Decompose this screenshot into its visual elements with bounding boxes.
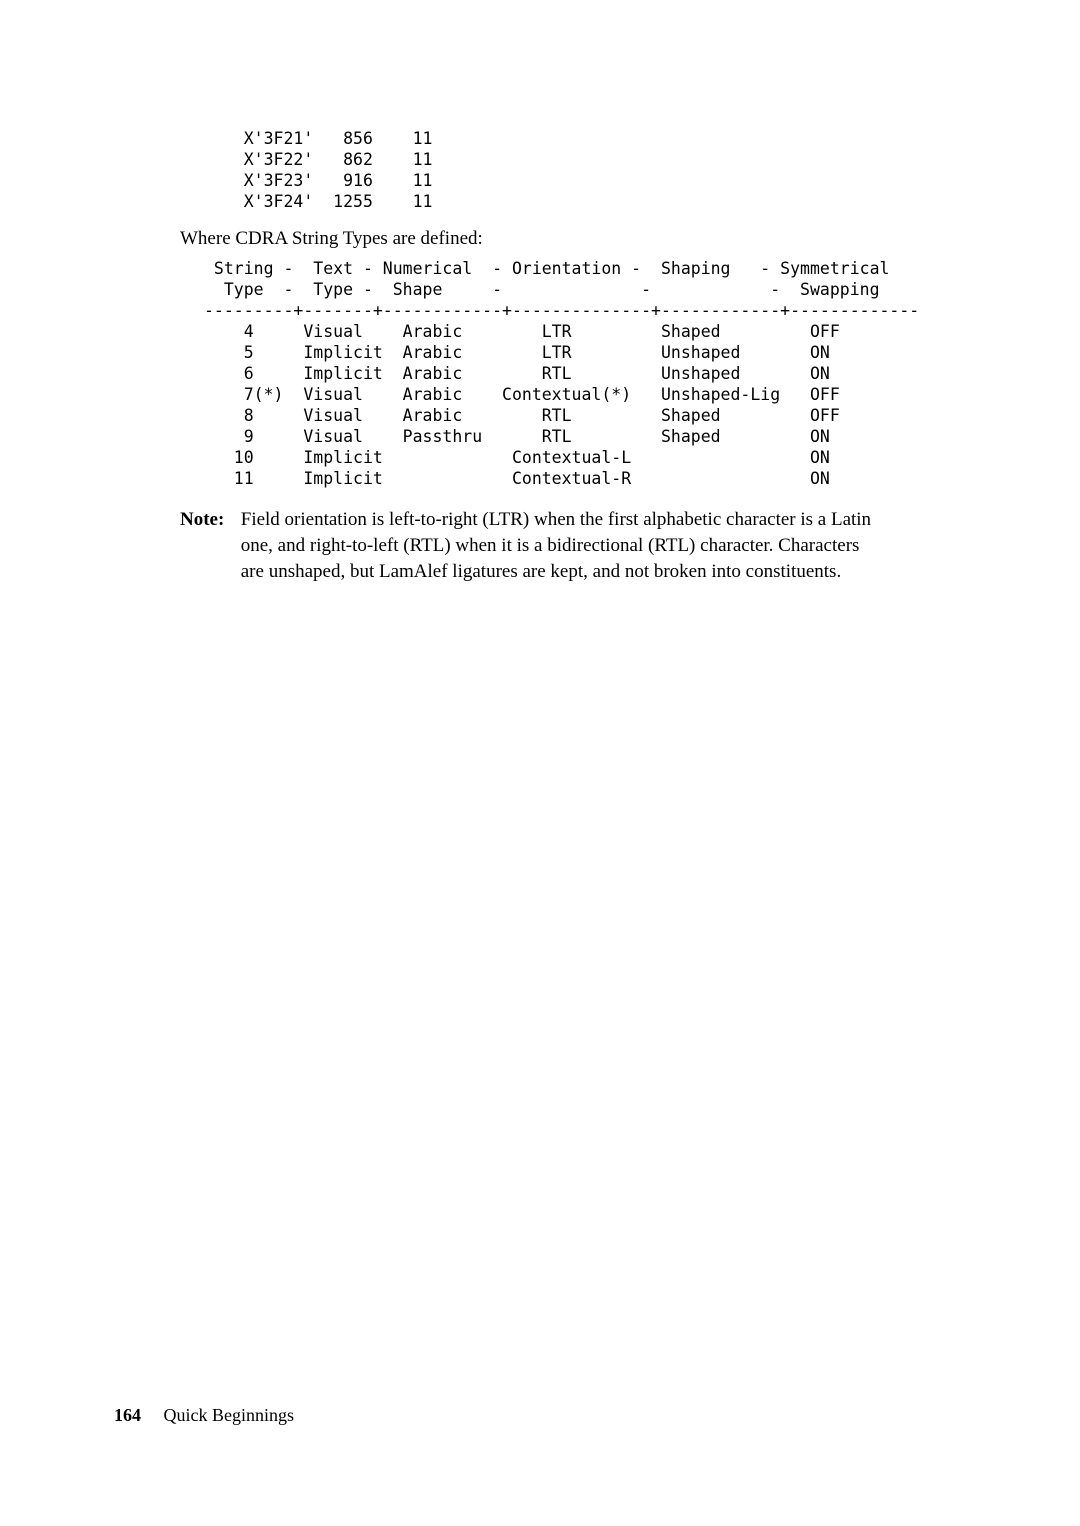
code-table-cdra: String - Text - Numerical - Orientation …: [204, 258, 920, 489]
content-area: X'3F21' 856 11 X'3F22' 862 11 X'3F23' 91…: [180, 128, 920, 585]
intro-paragraph: Where CDRA String Types are defined:: [180, 226, 920, 252]
footer-title: Quick Beginnings: [164, 1405, 295, 1425]
note-body: Field orientation is left-to-right (LTR)…: [241, 507, 877, 585]
note-label: Note:: [180, 507, 236, 533]
note-block: Note: Field orientation is left-to-right…: [180, 507, 920, 585]
page-number: 164: [114, 1405, 141, 1425]
page: X'3F21' 856 11 X'3F22' 862 11 X'3F23' 91…: [0, 0, 1080, 1526]
page-footer: 164 Quick Beginnings: [114, 1405, 294, 1426]
code-table-top: X'3F21' 856 11 X'3F22' 862 11 X'3F23' 91…: [204, 128, 920, 212]
